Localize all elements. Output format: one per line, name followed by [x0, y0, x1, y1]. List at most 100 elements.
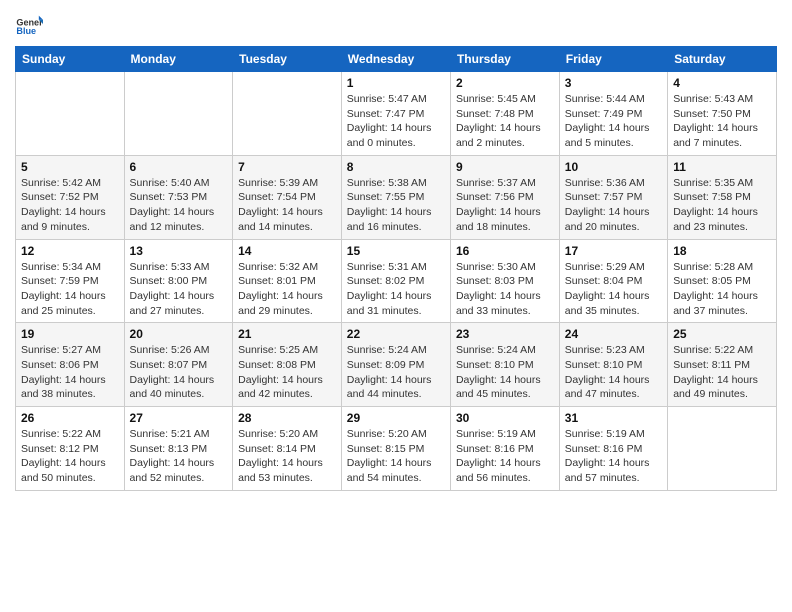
day-number: 12	[21, 244, 119, 258]
calendar-cell: 5 Sunrise: 5:42 AMSunset: 7:52 PMDaylight…	[16, 155, 125, 239]
day-info: Sunrise: 5:20 AMSunset: 8:15 PMDaylight:…	[347, 427, 445, 486]
calendar-cell: 22 Sunrise: 5:24 AMSunset: 8:09 PMDayligh…	[341, 323, 450, 407]
day-number: 1	[347, 76, 445, 90]
calendar-cell: 10 Sunrise: 5:36 AMSunset: 7:57 PMDayligh…	[559, 155, 667, 239]
calendar-week-row: 5 Sunrise: 5:42 AMSunset: 7:52 PMDaylight…	[16, 155, 777, 239]
day-number: 28	[238, 411, 336, 425]
day-of-week-header: Saturday	[668, 47, 777, 72]
day-of-week-header: Friday	[559, 47, 667, 72]
day-number: 5	[21, 160, 119, 174]
day-info: Sunrise: 5:24 AMSunset: 8:09 PMDaylight:…	[347, 343, 445, 402]
day-info: Sunrise: 5:19 AMSunset: 8:16 PMDaylight:…	[565, 427, 662, 486]
day-number: 7	[238, 160, 336, 174]
day-of-week-header: Wednesday	[341, 47, 450, 72]
calendar-cell: 12Sunrise: 5:34 AMSunset: 7:59 PMDayligh…	[16, 239, 125, 323]
day-number: 16	[456, 244, 554, 258]
calendar-cell: 15 Sunrise: 5:31 AMSunset: 8:02 PMDayligh…	[341, 239, 450, 323]
day-info: Sunrise: 5:35 AMSunset: 7:58 PMDaylight:…	[673, 176, 771, 235]
day-number: 18	[673, 244, 771, 258]
calendar-cell: 31 Sunrise: 5:19 AMSunset: 8:16 PMDayligh…	[559, 407, 667, 491]
day-number: 20	[130, 327, 228, 341]
day-info: Sunrise: 5:33 AMSunset: 8:00 PMDaylight:…	[130, 260, 228, 319]
day-number: 26	[21, 411, 119, 425]
calendar-cell: 24Sunrise: 5:23 AMSunset: 8:10 PMDayligh…	[559, 323, 667, 407]
day-number: 15	[347, 244, 445, 258]
calendar-cell: 20 Sunrise: 5:26 AMSunset: 8:07 PMDayligh…	[124, 323, 233, 407]
day-info: Sunrise: 5:23 AMSunset: 8:10 PMDaylight:…	[565, 343, 662, 402]
day-number: 11	[673, 160, 771, 174]
calendar-cell: 28 Sunrise: 5:20 AMSunset: 8:14 PMDayligh…	[233, 407, 342, 491]
page-header: General Blue	[15, 10, 777, 38]
day-info: Sunrise: 5:38 AMSunset: 7:55 PMDaylight:…	[347, 176, 445, 235]
day-info: Sunrise: 5:47 AMSunset: 7:47 PMDaylight:…	[347, 92, 445, 151]
day-number: 3	[565, 76, 662, 90]
day-number: 23	[456, 327, 554, 341]
day-number: 4	[673, 76, 771, 90]
calendar-cell	[124, 72, 233, 156]
day-info: Sunrise: 5:36 AMSunset: 7:57 PMDaylight:…	[565, 176, 662, 235]
day-number: 22	[347, 327, 445, 341]
calendar-cell: 3 Sunrise: 5:44 AMSunset: 7:49 PMDaylight…	[559, 72, 667, 156]
day-info: Sunrise: 5:25 AMSunset: 8:08 PMDaylight:…	[238, 343, 336, 402]
calendar-cell: 23Sunrise: 5:24 AMSunset: 8:10 PMDayligh…	[450, 323, 559, 407]
day-info: Sunrise: 5:26 AMSunset: 8:07 PMDaylight:…	[130, 343, 228, 402]
day-number: 8	[347, 160, 445, 174]
calendar-cell: 2Sunrise: 5:45 AMSunset: 7:48 PMDaylight…	[450, 72, 559, 156]
calendar-cell: 9Sunrise: 5:37 AMSunset: 7:56 PMDaylight…	[450, 155, 559, 239]
calendar-cell: 6Sunrise: 5:40 AMSunset: 7:53 PMDaylight…	[124, 155, 233, 239]
calendar-cell: 21 Sunrise: 5:25 AMSunset: 8:08 PMDayligh…	[233, 323, 342, 407]
calendar-cell: 7 Sunrise: 5:39 AMSunset: 7:54 PMDaylight…	[233, 155, 342, 239]
day-number: 27	[130, 411, 228, 425]
day-number: 6	[130, 160, 228, 174]
day-number: 31	[565, 411, 662, 425]
calendar-cell	[16, 72, 125, 156]
day-of-week-header: Tuesday	[233, 47, 342, 72]
calendar-header-row: SundayMondayTuesdayWednesdayThursdayFrid…	[16, 47, 777, 72]
day-number: 29	[347, 411, 445, 425]
day-number: 21	[238, 327, 336, 341]
day-number: 30	[456, 411, 554, 425]
calendar-week-row: 26 Sunrise: 5:22 AMSunset: 8:12 PMDayligh…	[16, 407, 777, 491]
day-info: Sunrise: 5:22 AMSunset: 8:12 PMDaylight:…	[21, 427, 119, 486]
day-info: Sunrise: 5:19 AMSunset: 8:16 PMDaylight:…	[456, 427, 554, 486]
calendar-cell: 8 Sunrise: 5:38 AMSunset: 7:55 PMDaylight…	[341, 155, 450, 239]
calendar-cell: 16 Sunrise: 5:30 AMSunset: 8:03 PMDayligh…	[450, 239, 559, 323]
day-number: 19	[21, 327, 119, 341]
svg-text:Blue: Blue	[16, 26, 36, 36]
day-info: Sunrise: 5:39 AMSunset: 7:54 PMDaylight:…	[238, 176, 336, 235]
day-info: Sunrise: 5:22 AMSunset: 8:11 PMDaylight:…	[673, 343, 771, 402]
logo-icon: General Blue	[15, 10, 43, 38]
day-info: Sunrise: 5:29 AMSunset: 8:04 PMDaylight:…	[565, 260, 662, 319]
day-number: 2	[456, 76, 554, 90]
day-number: 17	[565, 244, 662, 258]
day-info: Sunrise: 5:32 AMSunset: 8:01 PMDaylight:…	[238, 260, 336, 319]
day-info: Sunrise: 5:31 AMSunset: 8:02 PMDaylight:…	[347, 260, 445, 319]
calendar-cell: 13 Sunrise: 5:33 AMSunset: 8:00 PMDayligh…	[124, 239, 233, 323]
day-of-week-header: Sunday	[16, 47, 125, 72]
calendar-cell: 19 Sunrise: 5:27 AMSunset: 8:06 PMDayligh…	[16, 323, 125, 407]
day-info: Sunrise: 5:43 AMSunset: 7:50 PMDaylight:…	[673, 92, 771, 151]
day-info: Sunrise: 5:44 AMSunset: 7:49 PMDaylight:…	[565, 92, 662, 151]
day-number: 13	[130, 244, 228, 258]
logo: General Blue	[15, 10, 47, 38]
calendar-cell: 27Sunrise: 5:21 AMSunset: 8:13 PMDayligh…	[124, 407, 233, 491]
day-number: 10	[565, 160, 662, 174]
calendar-cell: 4 Sunrise: 5:43 AMSunset: 7:50 PMDaylight…	[668, 72, 777, 156]
calendar-cell: 1 Sunrise: 5:47 AMSunset: 7:47 PMDaylight…	[341, 72, 450, 156]
day-info: Sunrise: 5:27 AMSunset: 8:06 PMDaylight:…	[21, 343, 119, 402]
calendar-cell	[233, 72, 342, 156]
calendar-cell: 29 Sunrise: 5:20 AMSunset: 8:15 PMDayligh…	[341, 407, 450, 491]
day-number: 14	[238, 244, 336, 258]
calendar-cell: 30 Sunrise: 5:19 AMSunset: 8:16 PMDayligh…	[450, 407, 559, 491]
day-info: Sunrise: 5:30 AMSunset: 8:03 PMDaylight:…	[456, 260, 554, 319]
day-number: 25	[673, 327, 771, 341]
calendar-cell	[668, 407, 777, 491]
day-number: 9	[456, 160, 554, 174]
day-of-week-header: Thursday	[450, 47, 559, 72]
calendar-cell: 14 Sunrise: 5:32 AMSunset: 8:01 PMDayligh…	[233, 239, 342, 323]
day-of-week-header: Monday	[124, 47, 233, 72]
calendar-table: SundayMondayTuesdayWednesdayThursdayFrid…	[15, 46, 777, 491]
day-info: Sunrise: 5:42 AMSunset: 7:52 PMDaylight:…	[21, 176, 119, 235]
day-info: Sunrise: 5:28 AMSunset: 8:05 PMDaylight:…	[673, 260, 771, 319]
day-info: Sunrise: 5:20 AMSunset: 8:14 PMDaylight:…	[238, 427, 336, 486]
